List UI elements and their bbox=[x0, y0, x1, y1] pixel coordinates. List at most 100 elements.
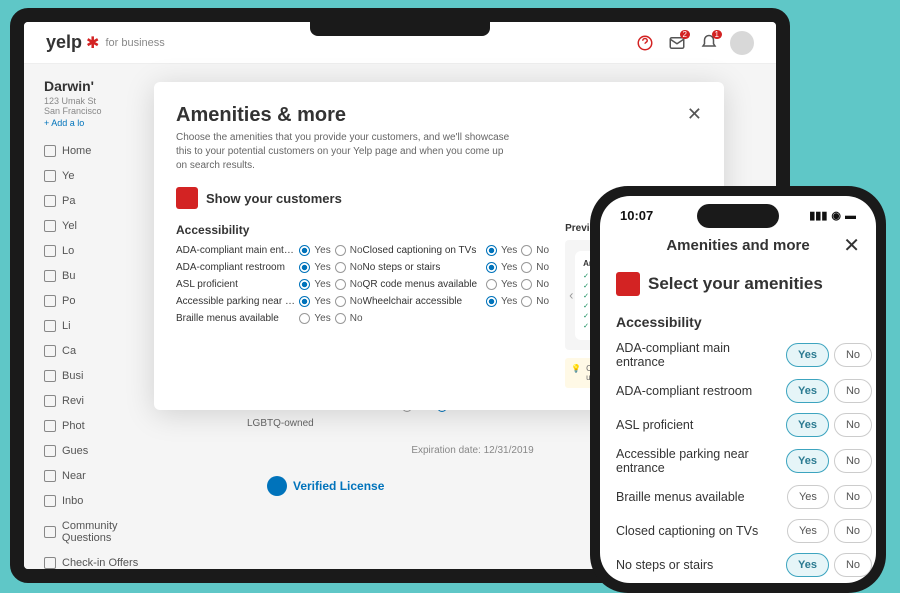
nav-item[interactable]: Pa bbox=[44, 192, 169, 210]
nav-deals[interactable]: Deals & Gift Certificates bbox=[44, 579, 169, 583]
amenity-label: ADA-compliant restroom bbox=[616, 384, 781, 398]
nav-item[interactable]: Po bbox=[44, 292, 169, 310]
nav-icon bbox=[44, 195, 56, 207]
amenity-label: No steps or stairs bbox=[363, 262, 486, 273]
select-amenities-label: Select your amenities bbox=[648, 274, 823, 294]
radio-no[interactable] bbox=[335, 262, 346, 273]
yes-pill[interactable]: Yes bbox=[786, 449, 829, 473]
amenity-label: Accessible parking near entrance bbox=[616, 447, 781, 475]
radio-yes[interactable] bbox=[299, 262, 310, 273]
signal-icon: ▮▮▮ bbox=[809, 209, 827, 222]
nav-icon bbox=[44, 557, 56, 569]
verified-badge-icon bbox=[267, 476, 287, 496]
radio-no[interactable] bbox=[521, 245, 532, 256]
nav-icon bbox=[44, 370, 56, 382]
nav-item[interactable]: Revi bbox=[44, 392, 169, 410]
amenity-label: No steps or stairs bbox=[616, 558, 781, 572]
amenity-label: ASL proficient bbox=[616, 418, 781, 432]
close-icon[interactable]: ✕ bbox=[843, 233, 860, 258]
no-pill[interactable]: No bbox=[834, 343, 872, 367]
accessibility-title: Accessibility bbox=[600, 308, 876, 336]
nav-item[interactable]: Li bbox=[44, 317, 169, 335]
yes-pill[interactable]: Yes bbox=[786, 413, 829, 437]
nav-item[interactable]: Gues bbox=[44, 442, 169, 460]
nav-icon bbox=[44, 495, 56, 507]
no-pill[interactable]: No bbox=[834, 519, 872, 543]
no-pill[interactable]: No bbox=[834, 379, 872, 403]
amenity-label: Closed captioning on TVs bbox=[363, 245, 486, 256]
radio-yes[interactable] bbox=[299, 245, 310, 256]
phone-page-title: Amenities and more bbox=[666, 237, 809, 254]
laptop-notch bbox=[310, 22, 490, 36]
verified-license-label: Verified License bbox=[293, 479, 384, 493]
no-pill[interactable]: No bbox=[834, 553, 872, 577]
nav-item[interactable]: Lo bbox=[44, 242, 169, 260]
nav-icon bbox=[44, 270, 56, 282]
support-icon[interactable] bbox=[634, 32, 656, 54]
radio-yes[interactable] bbox=[299, 313, 310, 324]
nav-item[interactable]: Ca bbox=[44, 342, 169, 360]
nav-icon bbox=[44, 170, 56, 182]
yes-pill[interactable]: Yes bbox=[786, 553, 829, 577]
phone-notch bbox=[697, 204, 779, 228]
nav-checkin[interactable]: Check-in Offers bbox=[44, 554, 169, 572]
radio-no[interactable] bbox=[521, 296, 532, 307]
business-address: 123 Umak St bbox=[44, 96, 169, 106]
modal-subtitle: Choose the amenities that you provide yo… bbox=[176, 131, 516, 173]
no-pill[interactable]: No bbox=[834, 413, 872, 437]
nav-home[interactable]: Home bbox=[44, 142, 169, 160]
nav-community[interactable]: Community Questions bbox=[44, 517, 169, 547]
close-icon[interactable]: ✕ bbox=[687, 104, 702, 125]
no-pill[interactable]: No bbox=[834, 449, 872, 473]
radio-no[interactable] bbox=[335, 279, 346, 290]
radio-no[interactable] bbox=[335, 313, 346, 324]
radio-no[interactable] bbox=[521, 279, 532, 290]
add-location-link[interactable]: + Add a lo bbox=[44, 118, 169, 128]
phone-time: 10:07 bbox=[620, 208, 653, 223]
nav-item[interactable]: Phot bbox=[44, 417, 169, 435]
nav-item[interactable]: Bu bbox=[44, 267, 169, 285]
nav-icon bbox=[44, 320, 56, 332]
radio-yes[interactable] bbox=[486, 245, 497, 256]
radio-yes[interactable] bbox=[299, 279, 310, 290]
nav-icon bbox=[44, 445, 56, 457]
nav-item[interactable]: Yel bbox=[44, 217, 169, 235]
lgbtq-label: LGBTQ-owned bbox=[247, 418, 314, 429]
sidebar: Darwin' 123 Umak St San Francisco + Add … bbox=[24, 64, 169, 569]
mail-icon[interactable]: 2 bbox=[666, 32, 688, 54]
wifi-icon: ◉ bbox=[831, 209, 841, 222]
radio-no[interactable] bbox=[335, 245, 346, 256]
logo-text: yelp bbox=[46, 32, 82, 53]
storefront-icon bbox=[616, 272, 640, 296]
chevron-left-icon[interactable]: ‹ bbox=[569, 288, 573, 303]
nav-item[interactable]: Inbo bbox=[44, 492, 169, 510]
radio-no[interactable] bbox=[335, 296, 346, 307]
radio-yes[interactable] bbox=[486, 279, 497, 290]
business-name: Darwin' bbox=[44, 78, 169, 94]
yes-pill[interactable]: Yes bbox=[787, 519, 829, 543]
yes-pill[interactable]: Yes bbox=[787, 485, 829, 509]
amenity-label: Braille menus available bbox=[616, 490, 782, 504]
radio-yes[interactable] bbox=[486, 296, 497, 307]
nav-item[interactable]: Near bbox=[44, 467, 169, 485]
yes-pill[interactable]: Yes bbox=[786, 379, 829, 403]
nav-icon bbox=[44, 220, 56, 232]
radio-no[interactable] bbox=[521, 262, 532, 273]
storefront-icon bbox=[176, 187, 198, 209]
yelp-logo[interactable]: yelp ✱ bbox=[46, 32, 99, 53]
business-city: San Francisco bbox=[44, 106, 169, 116]
amenity-label: Wheelchair accessible bbox=[363, 296, 486, 307]
yes-pill[interactable]: Yes bbox=[786, 343, 829, 367]
avatar[interactable] bbox=[730, 31, 754, 55]
nav-icon bbox=[44, 420, 56, 432]
radio-yes[interactable] bbox=[299, 296, 310, 307]
nav-item[interactable]: Ye bbox=[44, 167, 169, 185]
nav-item[interactable]: Busi bbox=[44, 367, 169, 385]
bell-icon[interactable]: 1 bbox=[698, 32, 720, 54]
radio-yes[interactable] bbox=[486, 262, 497, 273]
amenity-label: Braille menus available bbox=[176, 313, 299, 324]
nav-icon bbox=[44, 395, 56, 407]
no-pill[interactable]: No bbox=[834, 485, 872, 509]
bell-badge: 1 bbox=[712, 30, 722, 39]
nav-icon bbox=[44, 470, 56, 482]
